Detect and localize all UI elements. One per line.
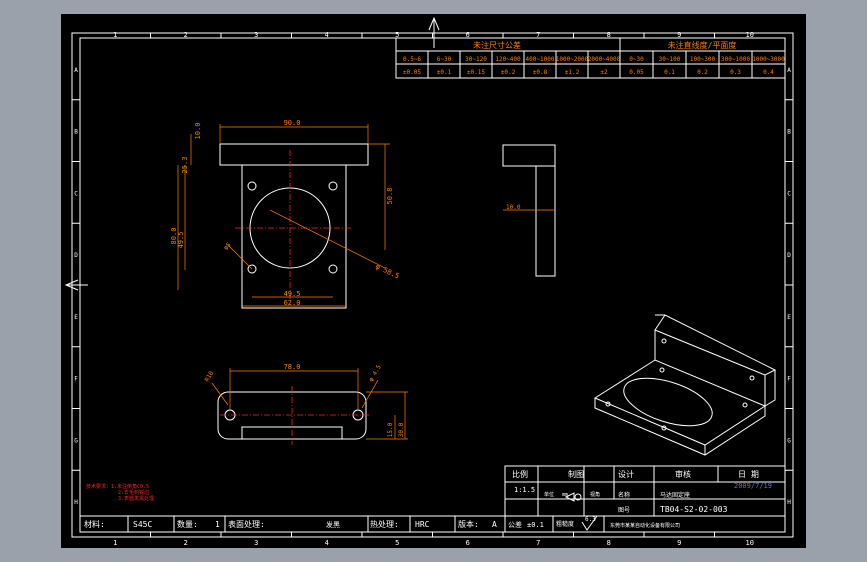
dim-bottom-h1: 15.0 <box>387 422 394 437</box>
border-row-letter: H <box>74 499 78 506</box>
tech-note-2: 2.去毛刺锐边 <box>118 489 149 496</box>
version-value: A <box>492 520 497 529</box>
border-col-number: 3 <box>254 31 258 39</box>
tolerance-label: 公差 <box>508 520 522 529</box>
name-value: 马达固定座 <box>660 491 690 499</box>
border-col-number: 2 <box>184 539 188 547</box>
number-value: TB04-S2-02-003 <box>660 505 728 514</box>
dim-front-width: 90.0 <box>284 119 301 127</box>
tolerance-value-cell: ±0.1 <box>437 69 452 76</box>
tolerance-value: ±0.1 <box>527 521 544 529</box>
dim-bottom-h2: 30.0 <box>398 422 405 437</box>
border-col-number: 8 <box>607 539 611 547</box>
tolerance-value-cell: ±1.2 <box>565 69 580 76</box>
tolerance-value-cell: 0.1 <box>664 69 675 76</box>
tolerance-value-cell: 0.4 <box>763 69 774 76</box>
tolerance-range-cell: 1000~3000 <box>752 56 785 63</box>
unit-label: 单位 <box>544 491 554 498</box>
tolerance-value-cell: ±0.15 <box>467 69 485 76</box>
border-col-number: 4 <box>325 539 329 547</box>
tolerance-title-right: 未注直线度/平面度 <box>668 40 737 50</box>
heat-label: 热处理: <box>370 519 399 529</box>
check-label: 审核 <box>675 469 691 479</box>
tolerance-value-cell: 0.05 <box>629 69 644 76</box>
tolerance-range-cell: 2000~4000 <box>588 56 621 63</box>
material-label: 材料: <box>84 519 105 529</box>
scale-value: 1:1.5 <box>514 486 535 494</box>
border-row-letter: A <box>787 67 791 74</box>
border-col-number: 10 <box>746 539 754 547</box>
border-col-number: 4 <box>325 31 329 39</box>
border-row-letter: B <box>74 129 78 136</box>
surface-value: 发黑 <box>326 520 340 529</box>
dim-front-height-total: 50.8 <box>386 188 394 205</box>
tolerance-value-cell: ±0.8 <box>533 69 548 76</box>
dim-flange-offset: 25.3 <box>181 157 189 174</box>
border-col-number: 1 <box>113 539 117 547</box>
border-row-letter: F <box>74 376 78 383</box>
border-row-letter: D <box>74 252 78 259</box>
surface-label: 表面处理: <box>228 519 265 529</box>
roughness-label: 粗糙度 <box>556 520 574 528</box>
tolerance-range-cell: 400~1000 <box>526 56 555 63</box>
drawing-canvas: 1122334455667788991010A AB BC CD DE EF FG GH H 未… <box>61 14 806 548</box>
tolerance-value-cell: ±2 <box>600 69 608 76</box>
date-label: 日 期 <box>738 470 759 479</box>
draw-label: 制图 <box>568 469 584 479</box>
border-col-number: 5 <box>395 539 399 547</box>
version-label: 版本: <box>458 519 479 529</box>
tolerance-range-cell: 30~120 <box>465 56 487 63</box>
border-row-letter: B <box>787 129 791 136</box>
border-col-number: 6 <box>466 539 470 547</box>
material-value: S45C <box>133 520 152 529</box>
tolerance-title-left: 未注尺寸公差 <box>473 40 521 50</box>
border-row-letter: D <box>787 252 791 259</box>
border-col-number: 3 <box>254 539 258 547</box>
projection-label: 视角 <box>590 491 600 498</box>
tolerance-range-cell: 0.5~6 <box>403 56 421 63</box>
border-row-letter: G <box>787 437 791 444</box>
tech-note-1: 技术要求：1.未注倒角C0.5 <box>86 483 149 490</box>
qty-value: 1 <box>215 520 220 529</box>
tolerance-range-cell: 1000~2000 <box>556 56 589 63</box>
date-value: 2009/7/19 <box>734 482 772 490</box>
tolerance-range-cell: 30~100 <box>659 56 681 63</box>
design-label: 设计 <box>618 469 634 479</box>
dim-bottom-b: 62.0 <box>284 299 301 307</box>
sheet-background <box>61 14 806 548</box>
border-row-letter: F <box>787 376 791 383</box>
border-row-letter: H <box>787 499 791 506</box>
tolerance-range-cell: 300~1000 <box>721 56 750 63</box>
border-row-letter: E <box>787 314 791 321</box>
dim-bottom-a: 49.5 <box>284 290 301 298</box>
border-col-number: 9 <box>677 539 681 547</box>
dim-top-flange: 10.0 <box>194 123 202 140</box>
dim-front-side-b: 49.5 <box>177 232 185 249</box>
tolerance-range-cell: 0~30 <box>629 56 644 63</box>
tech-note-3: 3.表面发黑处理 <box>118 495 154 502</box>
border-col-number: 2 <box>184 31 188 39</box>
tolerance-value-cell: ±0.2 <box>501 69 516 76</box>
border-row-letter: A <box>74 67 78 74</box>
company-label: 东莞市某某自动化设备有限公司 <box>610 522 680 529</box>
border-row-letter: E <box>74 314 78 321</box>
qty-label: 数量: <box>177 519 198 529</box>
tolerance-range-cell: 6~30 <box>437 56 452 63</box>
tolerance-value-cell: 0.2 <box>697 69 708 76</box>
tolerance-range-cell: 120~400 <box>495 56 521 63</box>
border-col-number: 1 <box>113 31 117 39</box>
border-row-letter: C <box>74 190 78 197</box>
tolerance-value-cell: 0.3 <box>730 69 741 76</box>
scale-label: 比例 <box>512 469 528 479</box>
name-label: 名称 <box>618 491 630 499</box>
border-row-letter: C <box>787 190 791 197</box>
dim-bottom-view-width: 78.0 <box>284 363 301 371</box>
dim-side-width: 10.0 <box>506 204 521 211</box>
number-label: 图号 <box>618 507 630 514</box>
tolerance-range-cell: 100~300 <box>690 56 716 63</box>
heat-value: HRC <box>415 520 430 529</box>
border-row-letter: G <box>74 437 78 444</box>
tolerance-value-cell: ±0.05 <box>403 69 421 76</box>
border-col-number: 7 <box>536 539 540 547</box>
